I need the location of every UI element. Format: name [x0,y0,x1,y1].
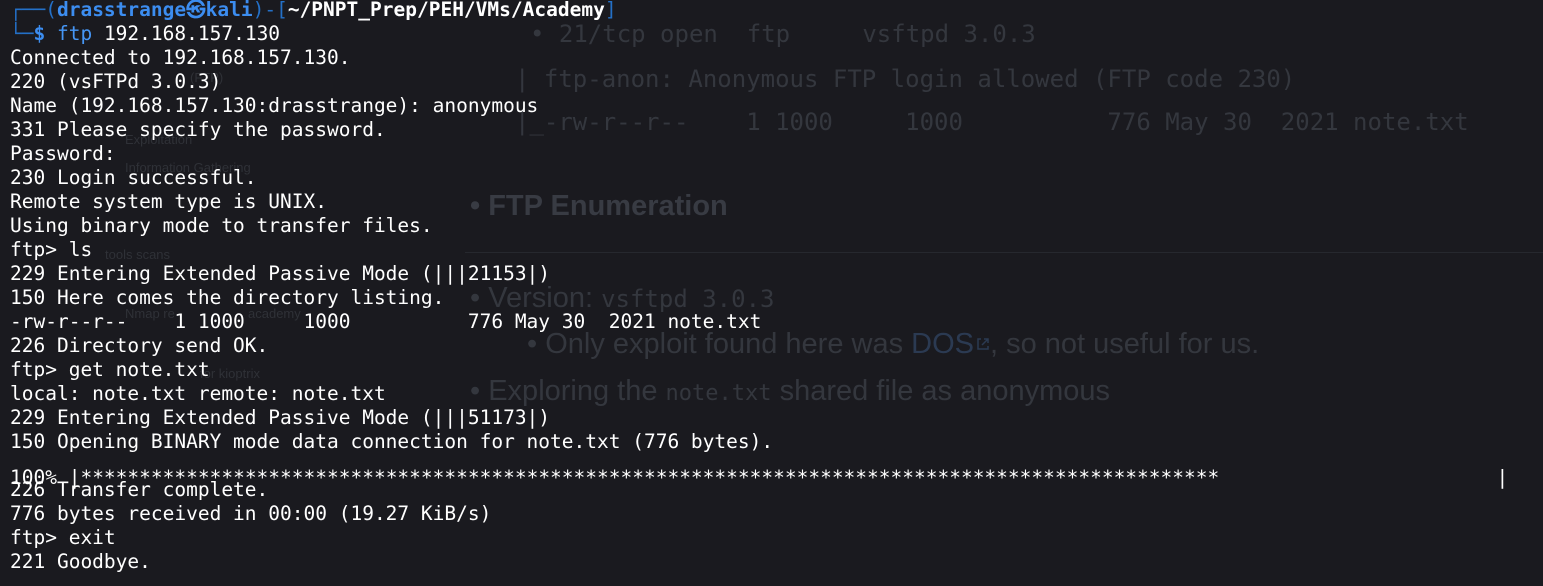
prompt-at-symbol: ㉿ [186,0,206,21]
output-line: 220 (vsFTPd 3.0.3) [10,70,222,93]
output-line: local: note.txt remote: note.txt [10,382,386,405]
output-line: -rw-r--r-- 1 1000 1000 776 May 30 2021 n… [10,310,762,333]
output-line: Password: [10,142,116,165]
command-line: └─$ ftp 192.168.157.130 [10,22,281,45]
progress-stars: ****************************************… [80,466,1220,489]
prompt-user: drasstrange [56,0,187,21]
output-line: 331 Please specify the password. [10,118,386,141]
output-line: ftp> get note.txt [10,358,210,381]
output-line: 150 Opening BINARY mode data connection … [10,430,774,453]
output-line: 226 Directory send OK. [10,334,269,357]
output-line: ftp> ls [10,238,93,261]
command-name: ftp [56,22,93,45]
output-line: 230 Login successful. [10,166,257,189]
output-line: 221 Goodbye. [10,550,151,573]
output-line: 776 bytes received in 00:00 (19.27 KiB/s… [10,502,492,525]
terminal-window[interactable]: ┌──(drasstrange㉿kali)-[~/PNPT_Prep/PEH/V… [0,0,1543,586]
command-args: 192.168.157.130 [92,22,281,45]
prompt-host: kali [205,0,253,21]
prompt-path: ~/PNPT_Prep/PEH/VMs/Academy [287,0,605,21]
output-line: Using binary mode to transfer files. [10,214,433,237]
prompt-line: ┌──(drasstrange㉿kali)-[~/PNPT_Prep/PEH/V… [10,0,617,21]
output-line: 229 Entering Extended Passive Mode (|||5… [10,406,551,429]
output-line: Remote system type is UNIX. [10,190,327,213]
output-line: 226 Transfer complete. [10,478,269,501]
output-line: Name (192.168.157.130:drasstrange): anon… [10,94,539,117]
output-line: Connected to 192.168.157.130. [10,46,351,69]
output-line: 150 Here comes the directory listing. [10,286,445,309]
output-line: 229 Entering Extended Passive Mode (|||2… [10,262,551,285]
output-line: ftp> exit [10,526,116,549]
progress-bytes: 776 [1508,466,1543,489]
